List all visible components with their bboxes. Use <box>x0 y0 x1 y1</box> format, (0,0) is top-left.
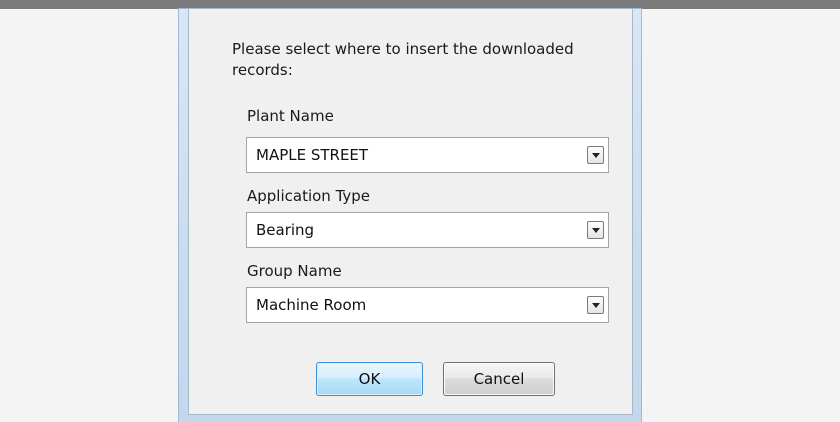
application-type-value: Bearing <box>256 221 315 239</box>
dropdown-arrow-icon[interactable] <box>587 221 604 239</box>
dialog-body: Please select where to insert the downlo… <box>188 9 633 415</box>
dropdown-arrow-icon[interactable] <box>587 296 604 314</box>
plant-name-dropdown[interactable]: MAPLE STREET <box>246 137 609 173</box>
dropdown-arrow-icon[interactable] <box>587 146 604 164</box>
dialog-prompt: Please select where to insert the downlo… <box>232 40 574 79</box>
plant-name-label: Plant Name <box>247 107 334 125</box>
group-name-label: Group Name <box>247 262 342 280</box>
ok-button[interactable]: OK <box>316 362 423 396</box>
group-name-dropdown[interactable]: Machine Room <box>246 287 609 323</box>
cancel-button[interactable]: Cancel <box>443 362 555 396</box>
application-type-label: Application Type <box>247 187 371 205</box>
dialog-window: Please select where to insert the downlo… <box>178 8 642 422</box>
plant-name-value: MAPLE STREET <box>256 146 369 164</box>
group-name-value: Machine Room <box>256 296 367 314</box>
application-type-dropdown[interactable]: Bearing <box>246 212 609 248</box>
